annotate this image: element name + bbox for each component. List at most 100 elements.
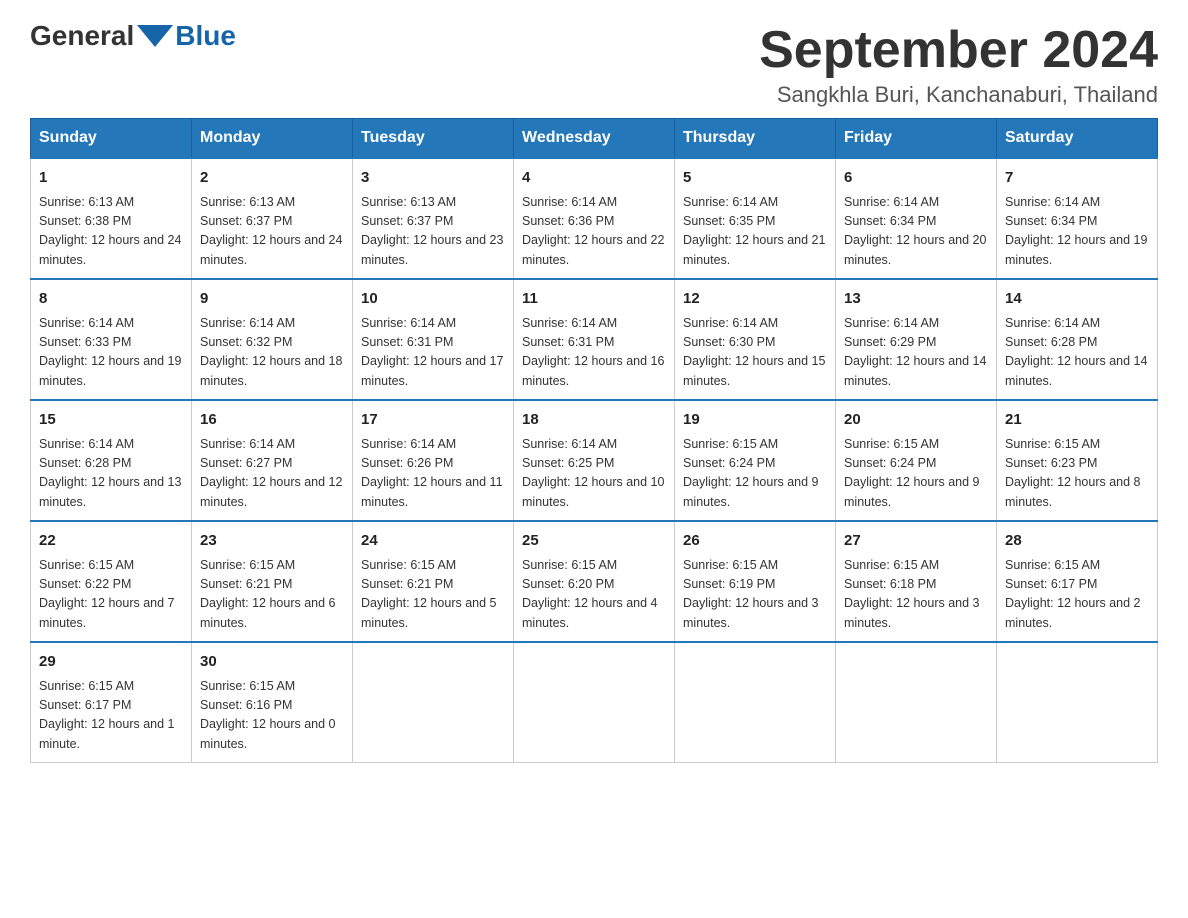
day-info: Sunrise: 6:15 AMSunset: 6:21 PMDaylight:… (200, 556, 344, 634)
day-number: 2 (200, 167, 344, 190)
calendar-header-row: Sunday Monday Tuesday Wednesday Thursday… (31, 119, 1158, 159)
col-saturday: Saturday (997, 119, 1158, 159)
day-info: Sunrise: 6:14 AMSunset: 6:31 PMDaylight:… (361, 314, 505, 392)
day-info: Sunrise: 6:15 AMSunset: 6:20 PMDaylight:… (522, 556, 666, 634)
day-number: 28 (1005, 530, 1149, 553)
day-info: Sunrise: 6:14 AMSunset: 6:27 PMDaylight:… (200, 435, 344, 513)
calendar-cell: 15Sunrise: 6:14 AMSunset: 6:28 PMDayligh… (31, 400, 192, 521)
calendar-cell: 14Sunrise: 6:14 AMSunset: 6:28 PMDayligh… (997, 279, 1158, 400)
day-number: 20 (844, 409, 988, 432)
day-number: 19 (683, 409, 827, 432)
calendar-cell: 24 Sunrise: 6:15 AMSunset: 6:21 PMDayligh… (353, 521, 514, 642)
calendar-cell: 17 Sunrise: 6:14 AMSunset: 6:26 PMDayligh… (353, 400, 514, 521)
day-info: Sunrise: 6:14 AMSunset: 6:26 PMDaylight:… (361, 435, 505, 513)
col-monday: Monday (192, 119, 353, 159)
day-number: 5 (683, 167, 827, 190)
day-info: Sunrise: 6:14 AMSunset: 6:36 PMDaylight:… (522, 193, 666, 271)
calendar-week-1: 1Sunrise: 6:13 AMSunset: 6:38 PMDaylight… (31, 158, 1158, 279)
col-friday: Friday (836, 119, 997, 159)
day-number: 8 (39, 288, 183, 311)
day-number: 25 (522, 530, 666, 553)
calendar-cell: 8 Sunrise: 6:14 AMSunset: 6:33 PMDaylight… (31, 279, 192, 400)
day-info: Sunrise: 6:15 AMSunset: 6:21 PMDaylight:… (361, 556, 505, 634)
day-number: 16 (200, 409, 344, 432)
calendar-week-5: 29 Sunrise: 6:15 AMSunset: 6:17 PMDayligh… (31, 642, 1158, 763)
day-info: Sunrise: 6:15 AMSunset: 6:17 PMDaylight:… (1005, 556, 1149, 634)
calendar-cell: 18Sunrise: 6:14 AMSunset: 6:25 PMDayligh… (514, 400, 675, 521)
day-info: Sunrise: 6:15 AMSunset: 6:17 PMDaylight:… (39, 677, 183, 755)
calendar-cell: 10 Sunrise: 6:14 AMSunset: 6:31 PMDayligh… (353, 279, 514, 400)
calendar-cell (675, 642, 836, 763)
page-header: General Blue September 2024 Sangkhla Bur… (30, 20, 1158, 108)
calendar-cell: 11 Sunrise: 6:14 AMSunset: 6:31 PMDayligh… (514, 279, 675, 400)
day-info: Sunrise: 6:14 AMSunset: 6:33 PMDaylight:… (39, 314, 183, 392)
calendar-cell (997, 642, 1158, 763)
day-number: 17 (361, 409, 505, 432)
day-info: Sunrise: 6:15 AMSunset: 6:23 PMDaylight:… (1005, 435, 1149, 513)
col-wednesday: Wednesday (514, 119, 675, 159)
calendar-cell: 19Sunrise: 6:15 AMSunset: 6:24 PMDayligh… (675, 400, 836, 521)
day-info: Sunrise: 6:14 AMSunset: 6:35 PMDaylight:… (683, 193, 827, 271)
month-title: September 2024 (759, 20, 1158, 80)
col-sunday: Sunday (31, 119, 192, 159)
calendar-cell: 21 Sunrise: 6:15 AMSunset: 6:23 PMDayligh… (997, 400, 1158, 521)
calendar-cell: 26 Sunrise: 6:15 AMSunset: 6:19 PMDayligh… (675, 521, 836, 642)
day-number: 6 (844, 167, 988, 190)
day-info: Sunrise: 6:15 AMSunset: 6:19 PMDaylight:… (683, 556, 827, 634)
day-info: Sunrise: 6:14 AMSunset: 6:32 PMDaylight:… (200, 314, 344, 392)
day-info: Sunrise: 6:14 AMSunset: 6:31 PMDaylight:… (522, 314, 666, 392)
day-info: Sunrise: 6:15 AMSunset: 6:24 PMDaylight:… (844, 435, 988, 513)
title-section: September 2024 Sangkhla Buri, Kanchanabu… (759, 20, 1158, 108)
calendar-cell: 3 Sunrise: 6:13 AMSunset: 6:37 PMDaylight… (353, 158, 514, 279)
day-info: Sunrise: 6:14 AMSunset: 6:30 PMDaylight:… (683, 314, 827, 392)
day-number: 10 (361, 288, 505, 311)
day-info: Sunrise: 6:14 AMSunset: 6:29 PMDaylight:… (844, 314, 988, 392)
calendar-table: Sunday Monday Tuesday Wednesday Thursday… (30, 118, 1158, 763)
day-info: Sunrise: 6:14 AMSunset: 6:28 PMDaylight:… (1005, 314, 1149, 392)
day-info: Sunrise: 6:14 AMSunset: 6:25 PMDaylight:… (522, 435, 666, 513)
day-number: 27 (844, 530, 988, 553)
calendar-cell (514, 642, 675, 763)
logo-general-text: General (30, 20, 134, 52)
day-number: 26 (683, 530, 827, 553)
col-thursday: Thursday (675, 119, 836, 159)
calendar-cell: 4 Sunrise: 6:14 AMSunset: 6:36 PMDaylight… (514, 158, 675, 279)
day-info: Sunrise: 6:13 AMSunset: 6:37 PMDaylight:… (200, 193, 344, 271)
day-number: 7 (1005, 167, 1149, 190)
day-number: 13 (844, 288, 988, 311)
day-number: 29 (39, 651, 183, 674)
calendar-cell: 12 Sunrise: 6:14 AMSunset: 6:30 PMDayligh… (675, 279, 836, 400)
day-number: 30 (200, 651, 344, 674)
location-subtitle: Sangkhla Buri, Kanchanaburi, Thailand (759, 82, 1158, 108)
day-info: Sunrise: 6:15 AMSunset: 6:16 PMDaylight:… (200, 677, 344, 755)
day-info: Sunrise: 6:14 AMSunset: 6:34 PMDaylight:… (1005, 193, 1149, 271)
calendar-cell: 9 Sunrise: 6:14 AMSunset: 6:32 PMDaylight… (192, 279, 353, 400)
day-number: 21 (1005, 409, 1149, 432)
logo: General Blue (30, 20, 236, 52)
day-number: 9 (200, 288, 344, 311)
day-number: 24 (361, 530, 505, 553)
calendar-cell: 16 Sunrise: 6:14 AMSunset: 6:27 PMDayligh… (192, 400, 353, 521)
calendar-cell: 20 Sunrise: 6:15 AMSunset: 6:24 PMDayligh… (836, 400, 997, 521)
day-number: 4 (522, 167, 666, 190)
calendar-cell: 25 Sunrise: 6:15 AMSunset: 6:20 PMDayligh… (514, 521, 675, 642)
calendar-cell (836, 642, 997, 763)
calendar-cell: 29 Sunrise: 6:15 AMSunset: 6:17 PMDayligh… (31, 642, 192, 763)
day-number: 22 (39, 530, 183, 553)
day-number: 11 (522, 288, 666, 311)
calendar-cell: 2 Sunrise: 6:13 AMSunset: 6:37 PMDaylight… (192, 158, 353, 279)
calendar-cell: 13 Sunrise: 6:14 AMSunset: 6:29 PMDayligh… (836, 279, 997, 400)
day-info: Sunrise: 6:13 AMSunset: 6:37 PMDaylight:… (361, 193, 505, 271)
day-number: 3 (361, 167, 505, 190)
calendar-cell (353, 642, 514, 763)
calendar-week-3: 15Sunrise: 6:14 AMSunset: 6:28 PMDayligh… (31, 400, 1158, 521)
logo-triangle-icon (137, 25, 173, 47)
calendar-cell: 28 Sunrise: 6:15 AMSunset: 6:17 PMDayligh… (997, 521, 1158, 642)
calendar-cell: 7 Sunrise: 6:14 AMSunset: 6:34 PMDaylight… (997, 158, 1158, 279)
day-number: 12 (683, 288, 827, 311)
calendar-cell: 22 Sunrise: 6:15 AMSunset: 6:22 PMDayligh… (31, 521, 192, 642)
logo-blue-text: Blue (175, 20, 236, 52)
day-info: Sunrise: 6:15 AMSunset: 6:22 PMDaylight:… (39, 556, 183, 634)
day-number: 23 (200, 530, 344, 553)
calendar-cell: 23 Sunrise: 6:15 AMSunset: 6:21 PMDayligh… (192, 521, 353, 642)
